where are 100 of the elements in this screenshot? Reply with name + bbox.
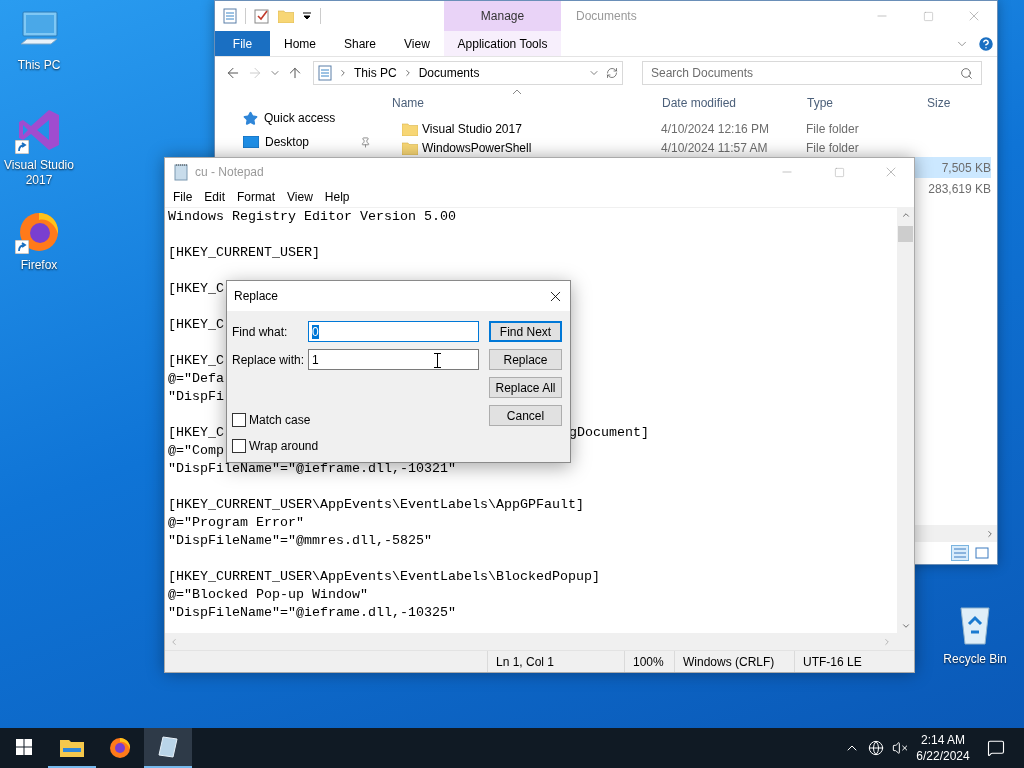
notepad-icon bbox=[173, 163, 189, 181]
notepad-icon bbox=[157, 735, 179, 759]
scroll-left-icon[interactable] bbox=[169, 636, 179, 647]
file-row[interactable]: Visual Studio 2017 4/10/2024 12:16 PM File folder bbox=[376, 119, 991, 138]
ribbon-tab[interactable]: Share bbox=[330, 31, 391, 56]
desktop-icon-label[interactable]: Firefox bbox=[1, 258, 77, 273]
menu-item[interactable]: Edit bbox=[198, 189, 232, 204]
dialog-button[interactable]: Replace bbox=[489, 349, 562, 370]
text-line: [HKEY_C bbox=[168, 425, 224, 440]
text-line: "DispFi bbox=[168, 389, 224, 404]
text-line: [HKEY_C bbox=[168, 353, 224, 368]
sort-caret-icon bbox=[512, 89, 522, 95]
ribbon-tab[interactable]: Home bbox=[270, 31, 330, 56]
file-row[interactable]: 283,619 KB bbox=[915, 178, 991, 199]
breadcrumb[interactable]: Documents bbox=[418, 66, 480, 80]
window-title: Documents bbox=[576, 9, 638, 23]
status-text: Windows (CRLF) bbox=[683, 654, 775, 669]
folder-icon bbox=[402, 121, 418, 136]
folder-icon bbox=[278, 9, 294, 23]
desktop-icon bbox=[243, 136, 259, 148]
notifications-icon[interactable] bbox=[987, 739, 1005, 757]
details-view-icon[interactable] bbox=[951, 545, 969, 561]
menu-item[interactable]: Format bbox=[231, 189, 282, 204]
ribbon-tab[interactable]: File bbox=[215, 31, 270, 56]
text-line: gDocument] bbox=[569, 424, 649, 442]
horizontal-scrollbar[interactable] bbox=[915, 525, 997, 542]
status-text: UTF-16 LE bbox=[803, 654, 862, 669]
vertical-scrollbar[interactable] bbox=[897, 208, 914, 633]
text-line: @="Comp bbox=[168, 443, 224, 458]
maximize-icon[interactable] bbox=[922, 10, 934, 22]
text-line: @="Defa bbox=[168, 371, 224, 386]
horizontal-scrollbar[interactable] bbox=[165, 633, 914, 650]
window-title: cu - Notepad bbox=[195, 165, 265, 179]
dialog-button[interactable]: Replace All bbox=[489, 377, 562, 398]
dialog-button[interactable]: Find Next bbox=[489, 321, 562, 342]
breadcrumb[interactable]: This PC bbox=[354, 66, 397, 80]
column-header[interactable]: Size bbox=[911, 96, 991, 110]
network-icon[interactable] bbox=[868, 740, 884, 756]
firefox-icon bbox=[108, 735, 132, 759]
text-line: @="Blocked Pop-up Window" bbox=[168, 587, 368, 602]
dialog-title: Replace bbox=[234, 289, 279, 303]
desktop-icon-label[interactable]: Recycle Bin bbox=[937, 652, 1013, 667]
up-icon[interactable] bbox=[287, 65, 303, 81]
ribbon-tab[interactable]: Application Tools bbox=[444, 31, 561, 56]
text-line: [HKEY_C bbox=[168, 317, 224, 332]
file-row[interactable]: WindowsPowerShell 4/10/2024 11:57 AM File folder bbox=[376, 138, 991, 157]
text-line: Windows Registry Editor Version 5.00 bbox=[168, 209, 456, 224]
checkbox[interactable] bbox=[232, 413, 246, 427]
scroll-down-icon[interactable] bbox=[900, 621, 911, 631]
find-field[interactable]: 0 bbox=[308, 321, 479, 342]
volume-muted-icon[interactable] bbox=[892, 740, 908, 756]
refresh-icon[interactable] bbox=[606, 67, 618, 79]
documents-icon[interactable] bbox=[318, 65, 332, 81]
column-header[interactable]: Name bbox=[376, 96, 646, 110]
menu-item[interactable]: Help bbox=[318, 189, 356, 204]
nav-item[interactable]: Quick access bbox=[243, 106, 371, 130]
back-icon[interactable] bbox=[225, 65, 241, 81]
field-label: Find what: bbox=[232, 324, 289, 339]
taskbar-app[interactable] bbox=[144, 728, 192, 768]
column-header[interactable]: Date modified bbox=[646, 96, 791, 110]
text-line: [HKEY_CURRENT_USER] bbox=[168, 245, 320, 260]
clock[interactable]: 2:14 AM 6/22/2024 bbox=[912, 732, 974, 764]
address-bar[interactable]: This PC Documents bbox=[313, 61, 623, 85]
scroll-thumb[interactable] bbox=[898, 226, 913, 242]
scroll-right-icon[interactable] bbox=[882, 636, 892, 647]
properties-icon[interactable] bbox=[223, 8, 237, 24]
scroll-right-icon[interactable] bbox=[985, 528, 995, 539]
menu-item[interactable]: File bbox=[167, 189, 199, 204]
search-icon bbox=[960, 66, 973, 80]
checkbox-label[interactable]: Wrap around bbox=[249, 439, 319, 453]
checkbox-label[interactable]: Match case bbox=[249, 413, 311, 427]
field-label: Replace with: bbox=[232, 352, 306, 367]
star-icon bbox=[243, 110, 258, 126]
nav-item[interactable]: Desktop bbox=[243, 130, 371, 154]
help-icon[interactable] bbox=[977, 34, 995, 53]
maximize-icon[interactable] bbox=[833, 166, 845, 178]
text-line: [HKEY_CURRENT_USER\AppEvents\EventLabels\BlockedPopup] bbox=[168, 569, 600, 584]
text-line: "DispFileName"="@ieframe.dll,-10325" bbox=[168, 605, 456, 620]
status-text: Ln 1, Col 1 bbox=[496, 654, 555, 669]
column-header[interactable]: Type bbox=[791, 96, 911, 110]
menu-item[interactable]: View bbox=[281, 189, 319, 204]
large-icons-view-icon[interactable] bbox=[973, 545, 991, 561]
manage-tab-header[interactable]: Manage bbox=[444, 1, 561, 31]
checkmark-icon[interactable] bbox=[254, 8, 270, 24]
ribbon-tab[interactable]: View bbox=[390, 31, 444, 56]
folder-icon bbox=[60, 737, 84, 757]
checkbox[interactable] bbox=[232, 439, 246, 453]
replace-field[interactable]: 1 bbox=[308, 349, 479, 370]
breadcrumb-separator-icon bbox=[338, 68, 348, 78]
search-field[interactable]: Search Documents bbox=[642, 61, 982, 85]
status-text: 100% bbox=[633, 654, 664, 669]
scroll-up-icon[interactable] bbox=[900, 210, 911, 220]
dialog-button[interactable]: Cancel bbox=[489, 405, 562, 426]
pin-icon[interactable] bbox=[360, 136, 371, 148]
text-line: [HKEY_CURRENT_USER\AppEvents\EventLabels\AppGPFault] bbox=[168, 497, 584, 512]
caret-icon[interactable] bbox=[302, 11, 312, 21]
text-line: @="Program Error" bbox=[168, 515, 304, 530]
text-line: "DispFileName"="@mmres.dll,-5825" bbox=[168, 533, 432, 548]
forward-icon[interactable] bbox=[247, 65, 263, 81]
file-row[interactable]: 7,505 KB bbox=[915, 157, 991, 178]
